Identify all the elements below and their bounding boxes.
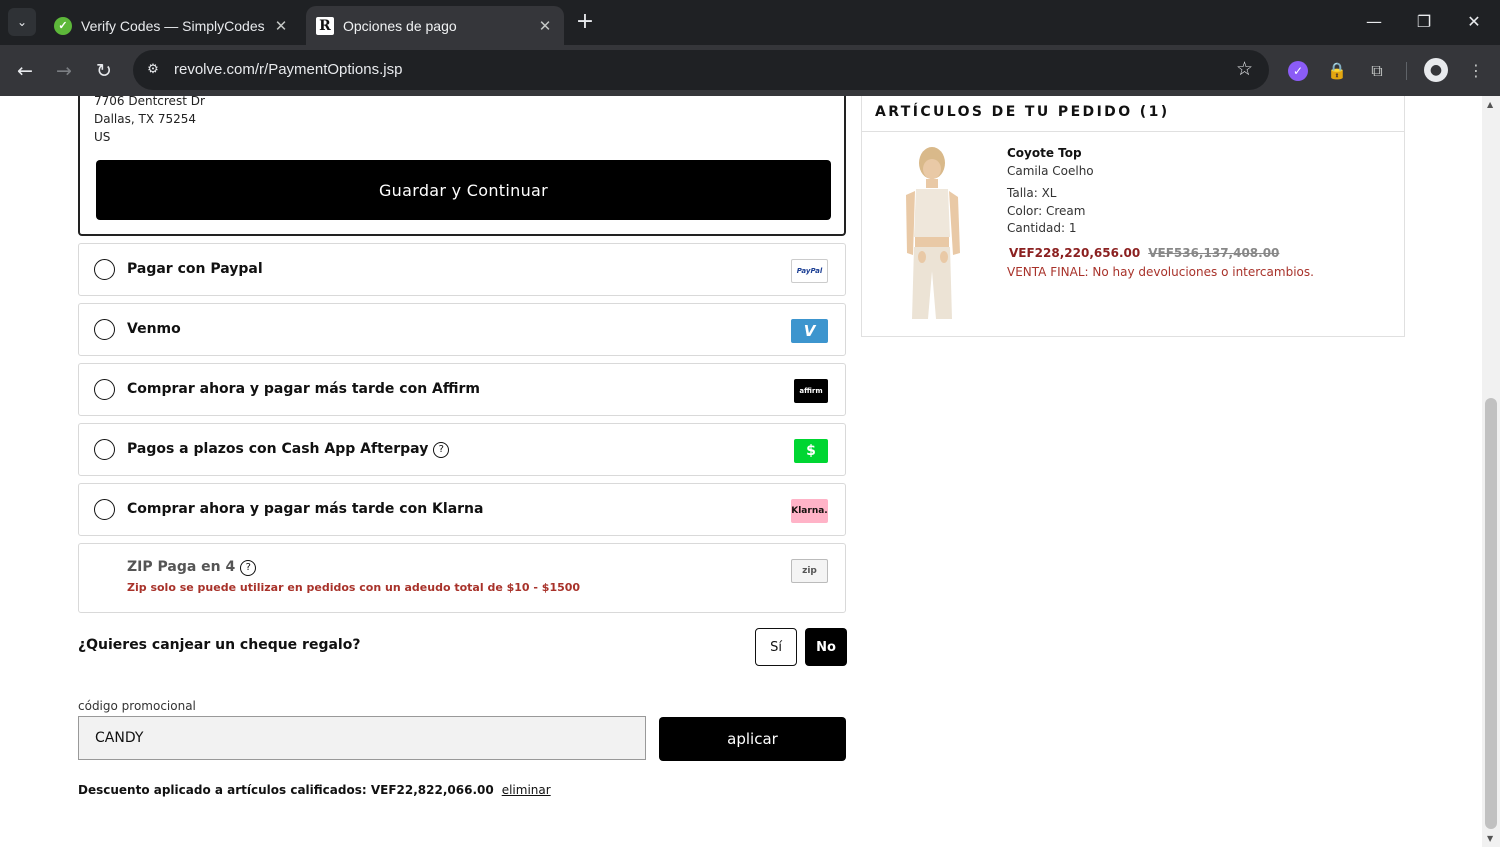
tab-opciones-de-pago[interactable]: R Opciones de pago ✕ (306, 6, 564, 45)
tab-title: Verify Codes — SimplyCodes (81, 17, 265, 34)
zip-restriction-note: Zip solo se puede utilizar en pedidos co… (127, 581, 581, 594)
product-size: Talla: XL (1007, 186, 1057, 200)
zip-title-text: ZIP Paga en 4 (127, 559, 236, 575)
browser-tab-bar: ⌄ ✓ Verify Codes — SimplyCodes ✕ R Opcio… (0, 0, 1500, 45)
minimize-window-icon[interactable]: — (1357, 8, 1391, 36)
remove-discount-link[interactable]: eliminar (502, 783, 551, 797)
radio-button[interactable] (94, 439, 115, 460)
address-line-1: 7706 Dentcrest Dr (94, 96, 205, 108)
close-tab-icon[interactable]: ✕ (536, 17, 554, 35)
radio-button[interactable] (94, 499, 115, 520)
order-summary-title: ARTÍCULOS DE TU PEDIDO (1) (875, 104, 1170, 120)
save-and-continue-button[interactable]: Guardar y Continuar (96, 160, 831, 220)
promo-code-label: código promocional (78, 699, 196, 713)
product-price: VEF228,220,656.00 VEF536,137,408.00 (1009, 246, 1279, 260)
product-name[interactable]: Coyote Top (1007, 146, 1082, 160)
new-tab-icon[interactable]: + (572, 9, 598, 35)
address-bar[interactable]: ⚙ revolve.com/r/PaymentOptions.jsp ☆ (133, 50, 1269, 90)
payment-option-label: Venmo (127, 321, 181, 337)
extension-lock-icon[interactable]: 🔒 (1324, 58, 1350, 84)
product-quantity: Cantidad: 1 (1007, 221, 1077, 235)
zip-title: ZIP Paga en 4? (127, 559, 257, 576)
radio-button[interactable] (94, 259, 115, 280)
order-summary-panel: ARTÍCULOS DE TU PEDIDO (1) Coyote Top Ca… (861, 96, 1405, 337)
apply-promo-button[interactable]: aplicar (659, 717, 846, 761)
page-content: 7706 Dentcrest Dr Dallas, TX 75254 US Gu… (0, 96, 1482, 847)
product-image[interactable] (886, 145, 976, 321)
promo-code-input[interactable] (78, 716, 646, 760)
restore-window-icon[interactable]: ❐ (1407, 8, 1441, 36)
close-window-icon[interactable]: ✕ (1457, 8, 1491, 36)
order-summary-header: ARTÍCULOS DE TU PEDIDO (1) (862, 96, 1404, 132)
klarna-logo-icon: Klarna. (791, 499, 828, 523)
radio-button[interactable] (94, 319, 115, 340)
shipping-address-card: 7706 Dentcrest Dr Dallas, TX 75254 US Gu… (78, 96, 846, 236)
url-text[interactable]: revolve.com/r/PaymentOptions.jsp (174, 61, 402, 78)
tab-title: Opciones de pago (343, 17, 457, 34)
afterpay-label-text: Pagos a plazos con Cash App Afterpay (127, 441, 429, 457)
scroll-down-arrow-icon[interactable]: ▼ (1487, 834, 1493, 843)
scrollbar-thumb[interactable] (1485, 398, 1497, 829)
gift-card-yes-button[interactable]: Sí (755, 628, 797, 666)
original-price: VEF536,137,408.00 (1148, 246, 1280, 260)
help-question-icon[interactable]: ? (433, 442, 450, 458)
site-info-icon[interactable]: ⚙ (142, 59, 164, 81)
venmo-logo-icon: V (791, 319, 828, 343)
zip-logo-icon: zip (791, 559, 828, 583)
forward-arrow-icon[interactable]: → (50, 57, 78, 85)
payment-option-label: Pagar con Paypal (127, 261, 263, 277)
payment-option-paypal[interactable]: Pagar con Paypal PayPal (78, 243, 846, 296)
payment-option-label: Pagos a plazos con Cash App Afterpay? (127, 441, 450, 458)
final-sale-notice: VENTA FINAL: No hay devoluciones o inter… (1007, 265, 1314, 279)
paypal-logo-icon: PayPal (791, 259, 828, 283)
extensions-puzzle-icon[interactable]: ⧉ (1364, 58, 1390, 84)
sale-price: VEF228,220,656.00 (1009, 246, 1141, 260)
back-arrow-icon[interactable]: ← (11, 57, 39, 85)
reload-icon[interactable]: ↻ (90, 57, 118, 85)
tab-simplycodes[interactable]: ✓ Verify Codes — SimplyCodes ✕ (44, 6, 300, 45)
payment-option-label: Comprar ahora y pagar más tarde con Klar… (127, 501, 484, 517)
payment-option-affirm[interactable]: Comprar ahora y pagar más tarde con Affi… (78, 363, 846, 416)
address-line-3: US (94, 130, 111, 144)
bookmark-star-icon[interactable]: ☆ (1236, 58, 1253, 80)
payment-option-zip: ZIP Paga en 4? Zip solo se puede utiliza… (78, 543, 846, 613)
tab-search-menu-icon[interactable]: ⌄ (8, 8, 36, 36)
payment-option-label: Comprar ahora y pagar más tarde con Affi… (127, 381, 480, 397)
payment-option-venmo[interactable]: Venmo V (78, 303, 846, 356)
profile-avatar-icon[interactable]: ● (1424, 58, 1448, 82)
product-color: Color: Cream (1007, 204, 1086, 218)
kebab-menu-icon[interactable]: ⋮ (1463, 58, 1489, 84)
payment-option-afterpay[interactable]: Pagos a plazos con Cash App Afterpay? $ (78, 423, 846, 476)
browser-toolbar: ← → ↻ ⚙ revolve.com/r/PaymentOptions.jsp… (0, 45, 1500, 96)
affirm-logo-icon: affirm (794, 379, 828, 403)
revolve-favicon-icon: R (316, 16, 334, 35)
page-scrollbar[interactable]: ▲ ▼ (1482, 96, 1500, 847)
scroll-up-arrow-icon[interactable]: ▲ (1487, 100, 1493, 109)
extension-simplycodes-icon[interactable]: ✓ (1288, 61, 1308, 81)
discount-applied-text: Descuento aplicado a artículos calificad… (78, 783, 551, 797)
help-question-icon[interactable]: ? (240, 560, 257, 576)
discount-amount-text: Descuento aplicado a artículos calificad… (78, 783, 494, 797)
radio-button[interactable] (94, 379, 115, 400)
toolbar-divider (1406, 62, 1407, 80)
cash-app-logo-icon: $ (794, 439, 828, 463)
address-line-2: Dallas, TX 75254 (94, 112, 197, 126)
payment-option-klarna[interactable]: Comprar ahora y pagar más tarde con Klar… (78, 483, 846, 536)
close-tab-icon[interactable]: ✕ (272, 17, 290, 35)
simplycodes-favicon-icon: ✓ (54, 16, 72, 35)
gift-card-question: ¿Quieres canjear un cheque regalo? (78, 637, 361, 653)
product-brand: Camila Coelho (1007, 164, 1094, 178)
gift-card-no-button[interactable]: No (805, 628, 847, 666)
